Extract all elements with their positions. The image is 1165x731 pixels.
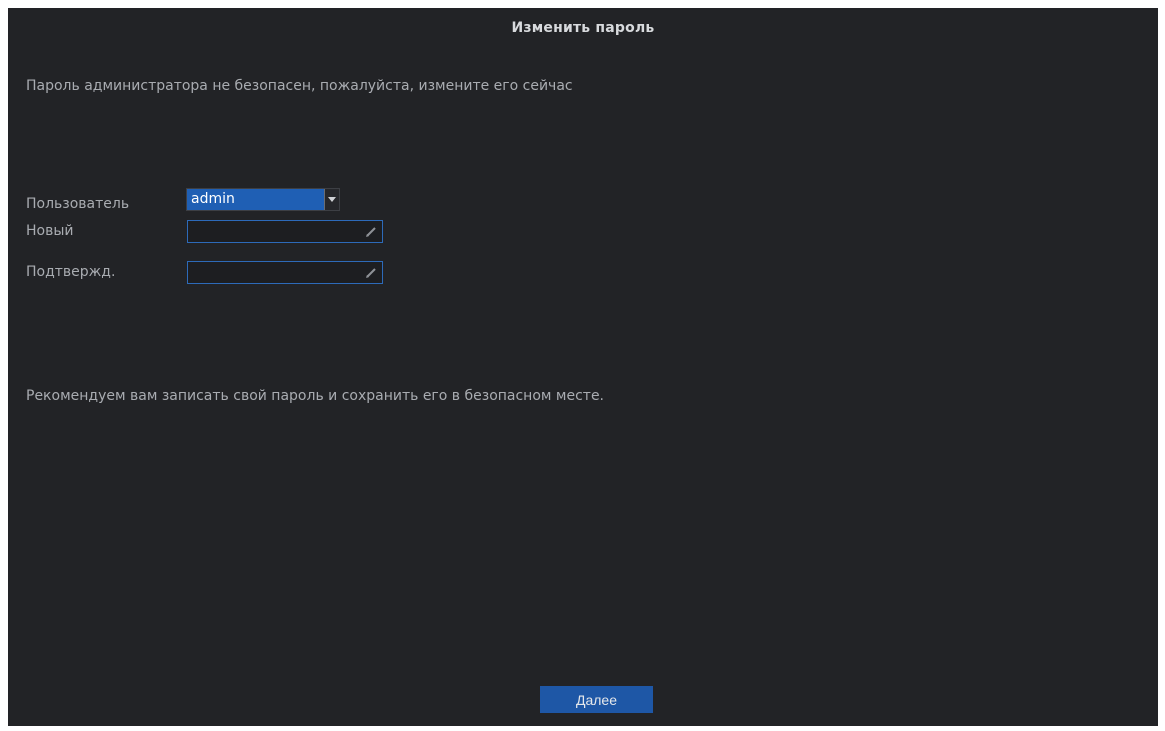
pencil-icon[interactable] bbox=[364, 225, 378, 239]
next-button[interactable]: Далее bbox=[540, 686, 653, 713]
change-password-dialog: Изменить пароль Пароль администратора не… bbox=[8, 8, 1158, 726]
new-password-field[interactable] bbox=[187, 220, 383, 243]
security-warning: Пароль администратора не безопасен, пожа… bbox=[26, 78, 573, 94]
chevron-down-icon[interactable] bbox=[324, 189, 339, 210]
confirm-password-input[interactable] bbox=[188, 262, 366, 283]
user-label: Пользователь bbox=[26, 196, 130, 212]
new-password-input[interactable] bbox=[188, 221, 366, 242]
recommendation-note: Рекомендуем вам записать свой пароль и с… bbox=[26, 388, 605, 404]
dialog-title: Изменить пароль bbox=[511, 20, 655, 36]
confirm-password-field[interactable] bbox=[187, 261, 383, 284]
pencil-icon[interactable] bbox=[364, 266, 378, 280]
user-select[interactable]: admin bbox=[186, 188, 340, 211]
new-password-label: Новый bbox=[26, 223, 74, 239]
confirm-password-label: Подтвержд. bbox=[26, 264, 116, 280]
user-select-value[interactable]: admin bbox=[187, 189, 324, 210]
